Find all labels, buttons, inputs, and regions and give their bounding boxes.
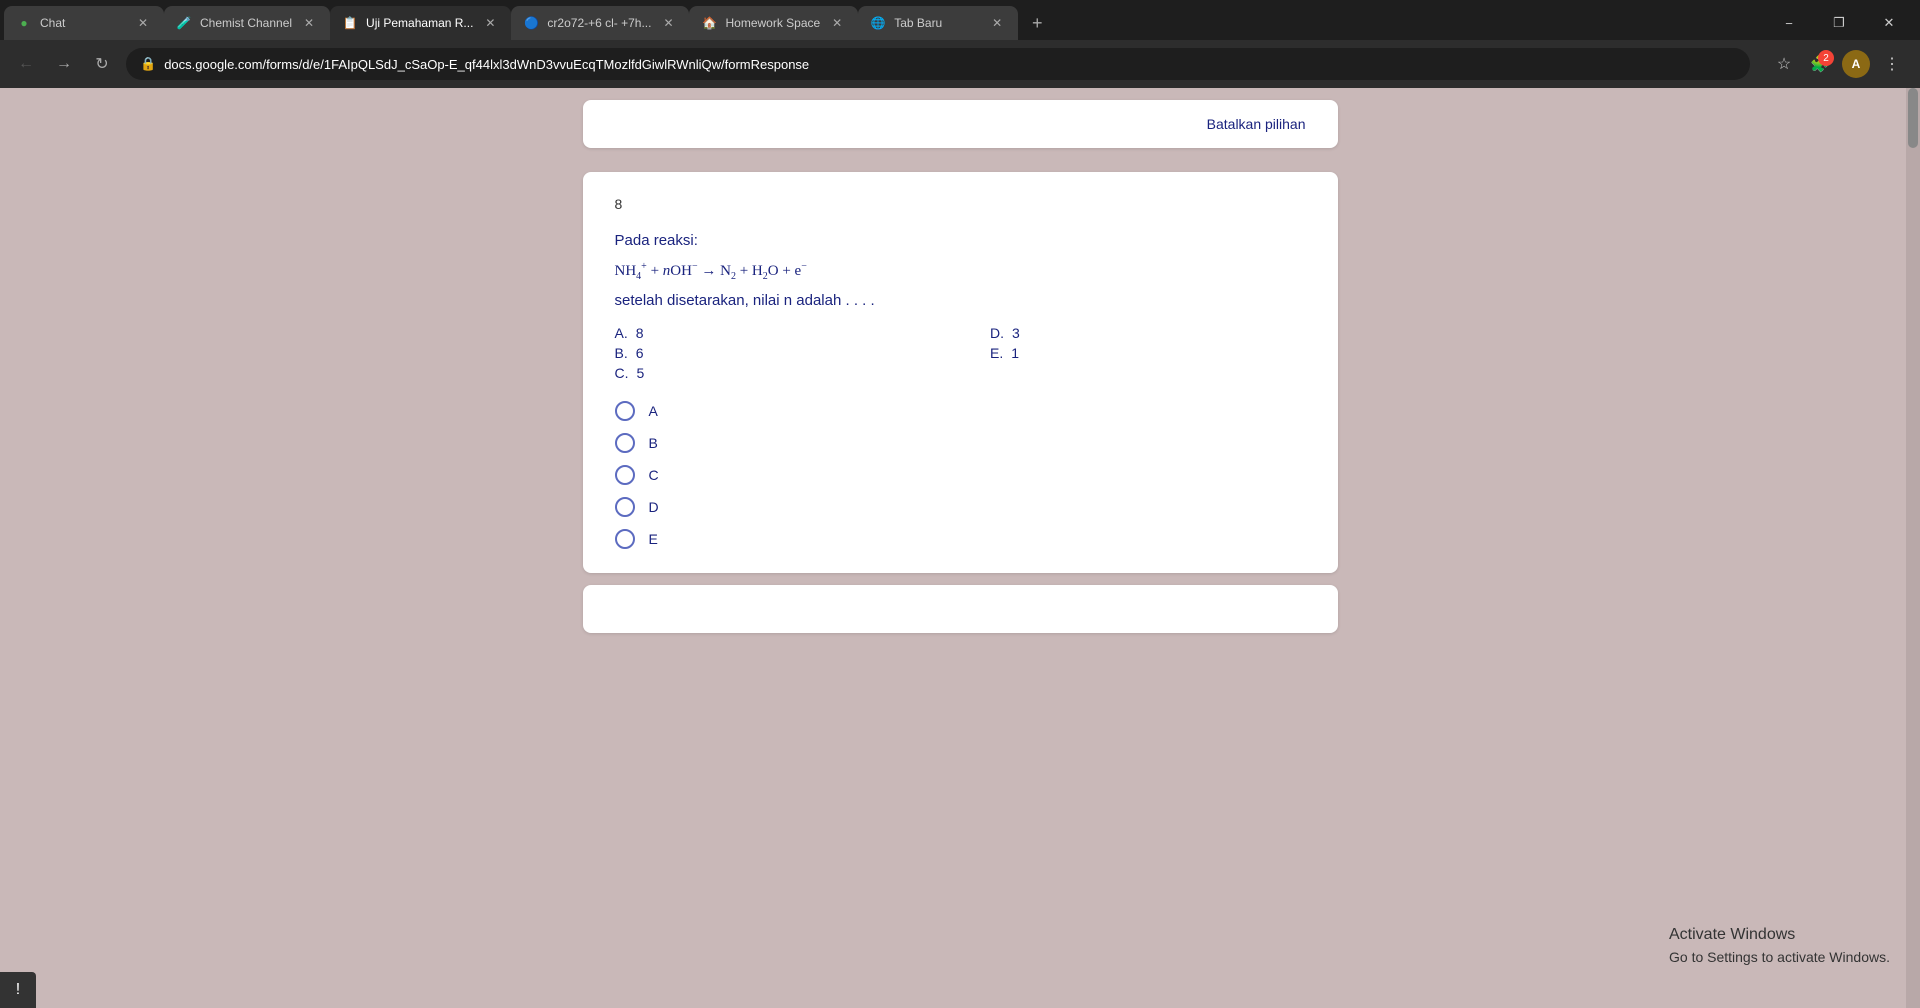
tab-cr2o72-label: cr2o72-+6 cl- +7h... [547,16,651,30]
lock-icon: 🔒 [140,56,156,72]
url-text: docs.google.com/forms/d/e/1FAIpQLSdJ_cSa… [164,57,1736,72]
tab-chemist-label: Chemist Channel [200,16,292,30]
address-bar: ← → ↻ 🔒 docs.google.com/forms/d/e/1FAIpQ… [0,40,1920,88]
radio-label-B: B [649,435,658,451]
option-C-letter: C. [615,365,629,381]
option-E: E. 1 [990,345,1306,361]
notif-badge: 2 [1818,50,1834,66]
tab-chat-label: Chat [40,16,126,30]
radio-item-C[interactable]: C [615,465,1306,485]
tab-uji-label: Uji Pemahaman R... [366,16,473,30]
option-D-value: 3 [1012,325,1020,341]
radio-label-C: C [649,467,659,483]
minimize-button[interactable]: − [1766,6,1812,40]
tab-chat-close[interactable]: ✕ [134,14,152,32]
radio-circle-E[interactable] [615,529,635,549]
radio-item-A[interactable]: A [615,401,1306,421]
question-number: 8 [615,196,1306,212]
scrollbar-thumb[interactable] [1908,88,1918,148]
avatar: A [1842,50,1870,78]
batalkan-button[interactable]: Batalkan pilihan [1207,116,1306,132]
option-B-value: 6 [636,345,644,361]
extensions-icon[interactable]: 🧩 2 [1804,48,1836,80]
card-top: Batalkan pilihan [583,100,1338,148]
top-card: Batalkan pilihan [583,100,1338,148]
question-card: 8 Pada reaksi: NH4+ + nOH− → N2 + H2O + … [583,172,1338,573]
option-B: B. 6 [615,345,931,361]
tab-uji-close[interactable]: ✕ [481,14,499,32]
tab-chemist-close[interactable]: ✕ [300,14,318,32]
back-button[interactable]: ← [12,50,40,78]
option-E-letter: E. [990,345,1003,361]
bookmark-icon[interactable]: ☆ [1768,48,1800,80]
radio-options: A B C D E [615,401,1306,549]
homework-favicon: 🏠 [701,15,717,31]
page-content: Batalkan pilihan 8 Pada reaksi: NH4+ + n… [0,88,1920,1008]
chat-favicon: ● [16,15,32,31]
option-A: A. 8 [615,325,931,341]
radio-label-E: E [649,531,658,547]
forward-button[interactable]: → [50,50,78,78]
reload-button[interactable]: ↻ [88,50,116,78]
option-D-letter: D. [990,325,1004,341]
radio-circle-A[interactable] [615,401,635,421]
next-card [583,585,1338,633]
answer-options-grid: A. 8 D. 3 B. 6 E. 1 C. 5 [615,325,1306,381]
toolbar-icons: ☆ 🧩 2 A ⋮ [1768,48,1908,80]
tab-cr2o72[interactable]: 🔵 cr2o72-+6 cl- +7h... ✕ [511,6,689,40]
radio-item-D[interactable]: D [615,497,1306,517]
feedback-button[interactable]: ! [0,972,36,1008]
tab-newtab[interactable]: 🌐 Tab Baru ✕ [858,6,1018,40]
maximize-button[interactable]: ❐ [1816,6,1862,40]
radio-label-A: A [649,403,658,419]
option-A-value: 8 [636,325,644,341]
question-subtitle: setelah disetarakan, nilai n adalah . . … [615,292,1306,309]
url-bar[interactable]: 🔒 docs.google.com/forms/d/e/1FAIpQLSdJ_c… [126,48,1750,80]
menu-icon[interactable]: ⋮ [1876,48,1908,80]
tab-chat[interactable]: ● Chat ✕ [4,6,164,40]
radio-item-B[interactable]: B [615,433,1306,453]
question-intro: Pada reaksi: [615,232,1306,249]
tab-chemist[interactable]: 🧪 Chemist Channel ✕ [164,6,330,40]
profile-icon[interactable]: A [1840,48,1872,80]
option-B-letter: B. [615,345,628,361]
tab-cr2o72-close[interactable]: ✕ [659,14,677,32]
radio-circle-D[interactable] [615,497,635,517]
option-D: D. 3 [990,325,1306,341]
tab-homework-close[interactable]: ✕ [828,14,846,32]
new-tab-button[interactable]: + [1022,6,1052,40]
option-A-letter: A. [615,325,628,341]
radio-item-E[interactable]: E [615,529,1306,549]
window-controls: − ❐ ✕ [1766,6,1920,40]
close-button[interactable]: ✕ [1866,6,1912,40]
tab-homework[interactable]: 🏠 Homework Space ✕ [689,6,858,40]
newtab-favicon: 🌐 [870,15,886,31]
tab-newtab-close[interactable]: ✕ [988,14,1006,32]
tab-uji[interactable]: 📋 Uji Pemahaman R... ✕ [330,6,511,40]
chemist-favicon: 🧪 [176,15,192,31]
tab-bar: ● Chat ✕ 🧪 Chemist Channel ✕ 📋 Uji Pemah… [0,0,1920,40]
option-C-value: 5 [637,365,645,381]
scrollbar[interactable] [1906,88,1920,1008]
browser-chrome: ● Chat ✕ 🧪 Chemist Channel ✕ 📋 Uji Pemah… [0,0,1920,88]
radio-circle-C[interactable] [615,465,635,485]
option-C: C. 5 [615,365,931,381]
radio-circle-B[interactable] [615,433,635,453]
cr2o72-favicon: 🔵 [523,15,539,31]
radio-label-D: D [649,499,659,515]
tab-homework-label: Homework Space [725,16,820,30]
uji-favicon: 📋 [342,15,358,31]
reaction-formula: NH4+ + nOH− → N2 + H2O + e− [615,261,1306,282]
option-E-value: 1 [1011,345,1019,361]
tab-newtab-label: Tab Baru [894,16,980,30]
